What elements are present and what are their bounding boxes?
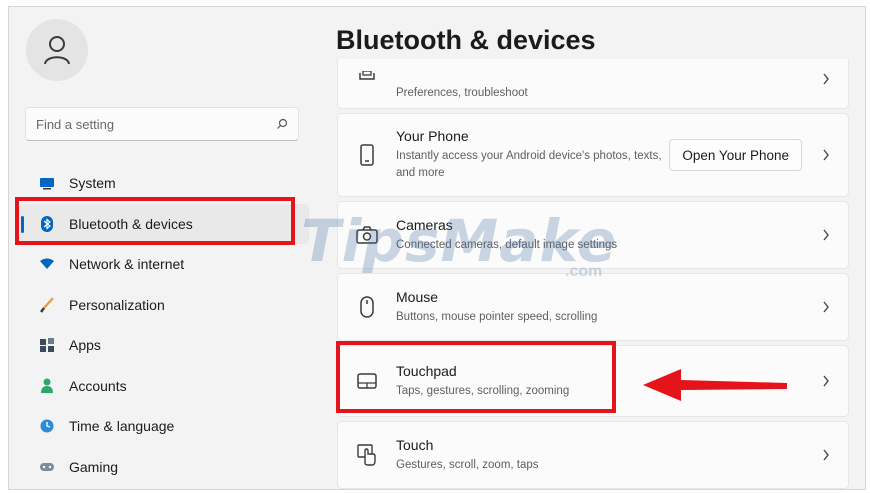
sidebar-item-gaming[interactable]: Gaming (19, 447, 309, 488)
sidebar-item-time-language[interactable]: Time & language (19, 406, 309, 447)
sidebar-item-label: Apps (69, 337, 101, 354)
sidebar-item-network-internet[interactable]: Network & internet (19, 244, 309, 285)
gamepad-icon (39, 459, 55, 475)
card-desc: Instantly access your Android device's p… (396, 150, 662, 179)
sidebar-item-label: Gaming (69, 458, 119, 475)
card-touchpad[interactable]: Touchpad Taps, gestures, scrolling, zoom… (337, 345, 849, 417)
card-title: Your Phone (396, 128, 469, 144)
sidebar-item-label: System (69, 175, 116, 192)
chevron-right-icon[interactable] (818, 375, 834, 387)
card-your-phone[interactable]: Your Phone Instantly access your Android… (337, 113, 849, 197)
avatar[interactable] (26, 19, 88, 81)
sidebar-item-label: Personalization (69, 296, 165, 313)
sidebar-item-bluetooth-devices[interactable]: Bluetooth & devices (19, 203, 309, 244)
globe-clock-icon (39, 418, 55, 434)
search-box[interactable] (25, 107, 299, 141)
search-icon[interactable] (276, 118, 288, 130)
card-mouse[interactable]: Mouse Buttons, mouse pointer speed, scro… (337, 273, 849, 341)
wifi-icon (39, 256, 55, 272)
search-input[interactable] (36, 116, 276, 132)
touchpad-icon (356, 370, 378, 392)
sidebar: System Bluetooth & devices Network & int… (9, 7, 309, 489)
card-desc: Gestures, scroll, zoom, taps (396, 458, 539, 471)
card-title: Touchpad (396, 362, 457, 379)
touch-icon (356, 444, 378, 466)
camera-icon (356, 224, 378, 246)
sidebar-item-label: Accounts (69, 377, 127, 394)
brush-icon (39, 297, 55, 313)
mouse-icon (356, 296, 378, 318)
open-your-phone-button[interactable]: Open Your Phone (669, 139, 802, 171)
sidebar-item-system[interactable]: System (19, 163, 309, 204)
sidebar-item-label: Bluetooth & devices (69, 215, 193, 232)
sidebar-item-label: Network & internet (69, 256, 185, 273)
sidebar-item-apps[interactable]: Apps (19, 325, 309, 366)
chevron-right-icon[interactable] (818, 73, 834, 85)
sidebar-item-personalization[interactable]: Personalization (19, 285, 309, 326)
card-title: Mouse (396, 288, 439, 305)
apps-icon (39, 337, 55, 353)
page-title: Bluetooth & devices (336, 25, 596, 55)
chevron-right-icon[interactable] (818, 149, 834, 161)
chevron-right-icon[interactable] (818, 229, 834, 241)
monitor-icon (39, 175, 55, 191)
card-title: Cameras (396, 216, 453, 233)
chevron-right-icon[interactable] (818, 301, 834, 313)
sidebar-item-accounts[interactable]: Accounts (19, 366, 309, 407)
sidebar-nav: System Bluetooth & devices Network & int… (19, 163, 309, 487)
card-cameras[interactable]: Cameras Connected cameras, default image… (337, 201, 849, 269)
card-desc: Connected cameras, default image setting… (396, 238, 618, 251)
card-desc: Taps, gestures, scrolling, zooming (396, 384, 570, 397)
bluetooth-icon (39, 215, 55, 232)
user-icon (44, 36, 70, 65)
card-desc: Preferences, troubleshoot (396, 87, 528, 99)
person-icon (39, 378, 55, 394)
phone-icon (356, 144, 378, 166)
card-touch[interactable]: Touch Gestures, scroll, zoom, taps (337, 421, 849, 489)
sidebar-item-label: Time & language (69, 418, 175, 435)
printer-icon (356, 67, 378, 89)
card-title: Touch (396, 436, 434, 453)
card-desc: Buttons, mouse pointer speed, scrolling (396, 310, 598, 323)
card-printers-scanners[interactable]: Preferences, troubleshoot (337, 59, 849, 109)
settings-window: System Bluetooth & devices Network & int… (8, 6, 866, 490)
chevron-right-icon[interactable] (818, 449, 834, 461)
